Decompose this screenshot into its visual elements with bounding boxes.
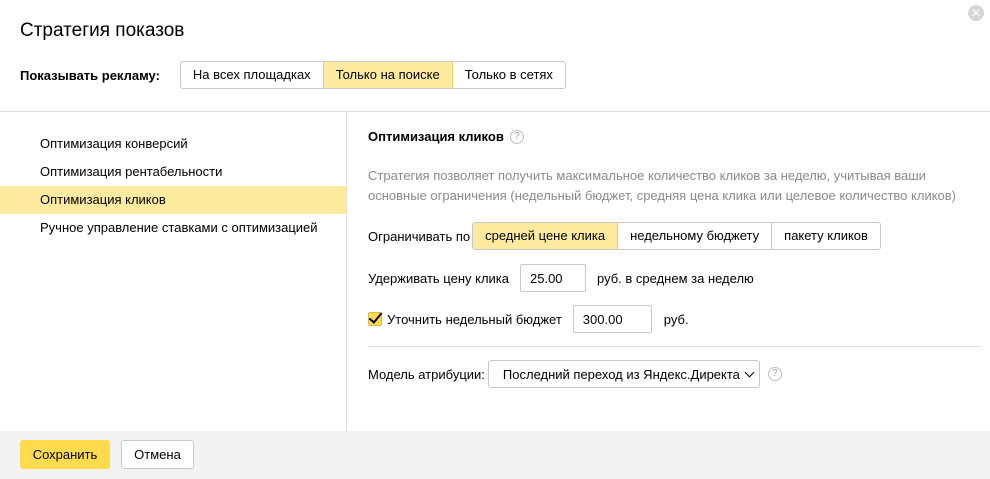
sidebar-item-clicks[interactable]: Оптимизация кликов <box>0 186 346 214</box>
limit-selector: средней цене клика недельному бюджету па… <box>472 222 881 250</box>
limit-option-weekly-budget[interactable]: недельному бюджету <box>617 223 771 249</box>
limit-option-avg-cpc[interactable]: средней цене клика <box>473 223 618 249</box>
attribution-row: Модель атрибуции: Последний переход из Я… <box>368 360 782 388</box>
strategy-settings-panel: Оптимизация кликов ? Стратегия позволяет… <box>368 112 982 431</box>
section-title: Оптимизация кликов ? <box>368 129 524 144</box>
show-ads-row: Показывать рекламу: На всех площадках То… <box>20 61 566 89</box>
save-button[interactable]: Сохранить <box>20 440 110 469</box>
show-ads-option-all[interactable]: На всех площадках <box>181 62 323 88</box>
show-ads-option-search[interactable]: Только на поиске <box>322 62 452 88</box>
strategy-sidebar: Оптимизация конверсий Оптимизация рентаб… <box>0 112 347 431</box>
hold-price-label: Удерживать цену клика <box>368 270 509 286</box>
strategy-dialog: ✕ Стратегия показов Показывать рекламу: … <box>0 0 990 479</box>
section-title-text: Оптимизация кликов <box>368 129 504 144</box>
weekly-budget-label[interactable]: Уточнить недельный бюджет <box>387 312 562 327</box>
sidebar-item-profitability[interactable]: Оптимизация рентабельности <box>0 158 346 186</box>
attribution-select[interactable]: Последний переход из Яндекс.Директа <box>487 360 760 388</box>
cancel-button[interactable]: Отмена <box>121 440 194 469</box>
show-ads-option-networks[interactable]: Только в сетях <box>451 62 565 88</box>
strategy-description: Стратегия позволяет получить максимально… <box>368 168 957 203</box>
limit-option-click-package[interactable]: пакету кликов <box>771 223 880 249</box>
hold-price-unit: руб. в среднем за неделю <box>597 270 754 286</box>
attribution-label: Модель атрибуции: <box>368 366 485 382</box>
hold-price-input[interactable] <box>520 264 586 292</box>
question-circle-icon[interactable]: ? <box>509 129 524 144</box>
sidebar-item-manual-bidding[interactable]: Ручное управление ставками с оптимизацие… <box>0 214 346 242</box>
attribution-selected-value: Последний переход из Яндекс.Директа <box>502 366 740 382</box>
show-ads-label: Показывать рекламу: <box>20 67 160 83</box>
hold-price-row: Удерживать цену клика руб. в среднем за … <box>368 264 754 292</box>
limit-row: Ограничивать по средней цене клика недел… <box>368 222 881 250</box>
weekly-budget-unit: руб. <box>663 311 689 327</box>
show-ads-selector: На всех площадках Только на поиске Тольк… <box>179 61 566 89</box>
weekly-budget-input[interactable] <box>572 305 652 333</box>
dialog-footer: Сохранить Отмена <box>0 431 990 479</box>
weekly-budget-row: Уточнить недельный бюджет руб. <box>368 305 689 333</box>
chevron-down-icon <box>744 367 755 377</box>
weekly-budget-checkbox[interactable] <box>368 312 382 326</box>
sidebar-item-conversions[interactable]: Оптимизация конверсий <box>0 130 346 158</box>
close-icon[interactable]: ✕ <box>968 5 984 21</box>
divider <box>368 346 982 347</box>
dialog-title: Стратегия показов <box>20 20 185 41</box>
limit-label: Ограничивать по <box>368 228 471 244</box>
question-circle-icon[interactable]: ? <box>767 367 782 381</box>
